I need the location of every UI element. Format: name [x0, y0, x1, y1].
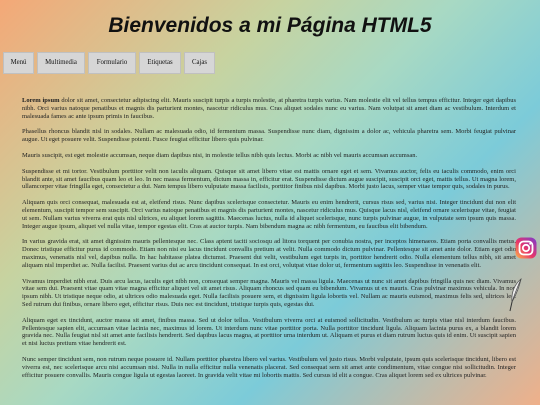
nav-item-multimedia[interactable]: Multimedia	[37, 52, 85, 74]
nav-item-etiquetas[interactable]: Etiquetas	[139, 52, 181, 74]
paragraph: Vivamus imperdiet nibh erat. Duis arcu l…	[22, 277, 516, 308]
paragraph-text: dolor sit amet, consectetur adipiscing e…	[22, 97, 516, 120]
paragraph: Aliquam eget ex tincidunt, auctor massa …	[22, 316, 516, 348]
paragraph: Aliquam quis orci consequat, malesuada e…	[22, 199, 516, 230]
nav-item-formulario[interactable]: Formulario	[88, 52, 136, 74]
nav-item-menu[interactable]: Menú	[3, 52, 34, 74]
paragraph: Phasellus rhoncus blandit nisl in sodale…	[22, 128, 516, 144]
main-nav: Menú Multimedia Formulario Etiquetas Caj…	[3, 52, 215, 74]
lead-word: Lorem ipsum	[22, 97, 60, 104]
paragraph: In varius gravida erat, sit amet digniss…	[22, 238, 516, 269]
paragraph: Lorem ipsum dolor sit amet, consectetur …	[22, 97, 516, 120]
nav-item-cajas[interactable]: Cajas	[184, 52, 215, 74]
paragraph: Suspendisse et mi tortor. Vestibulum por…	[22, 167, 516, 191]
paragraph: Nunc semper tincidunt sem, non rutrum ne…	[22, 355, 516, 379]
feather-icon	[509, 277, 523, 312]
instagram-icon[interactable]	[515, 237, 537, 259]
main-content: Lorem ipsum dolor sit amet, consectetur …	[22, 97, 516, 387]
page-title: Bienvenidos a mi Página HTML5	[108, 14, 432, 37]
paragraph: Mauris suscipit, est eget molestie accum…	[22, 151, 418, 159]
